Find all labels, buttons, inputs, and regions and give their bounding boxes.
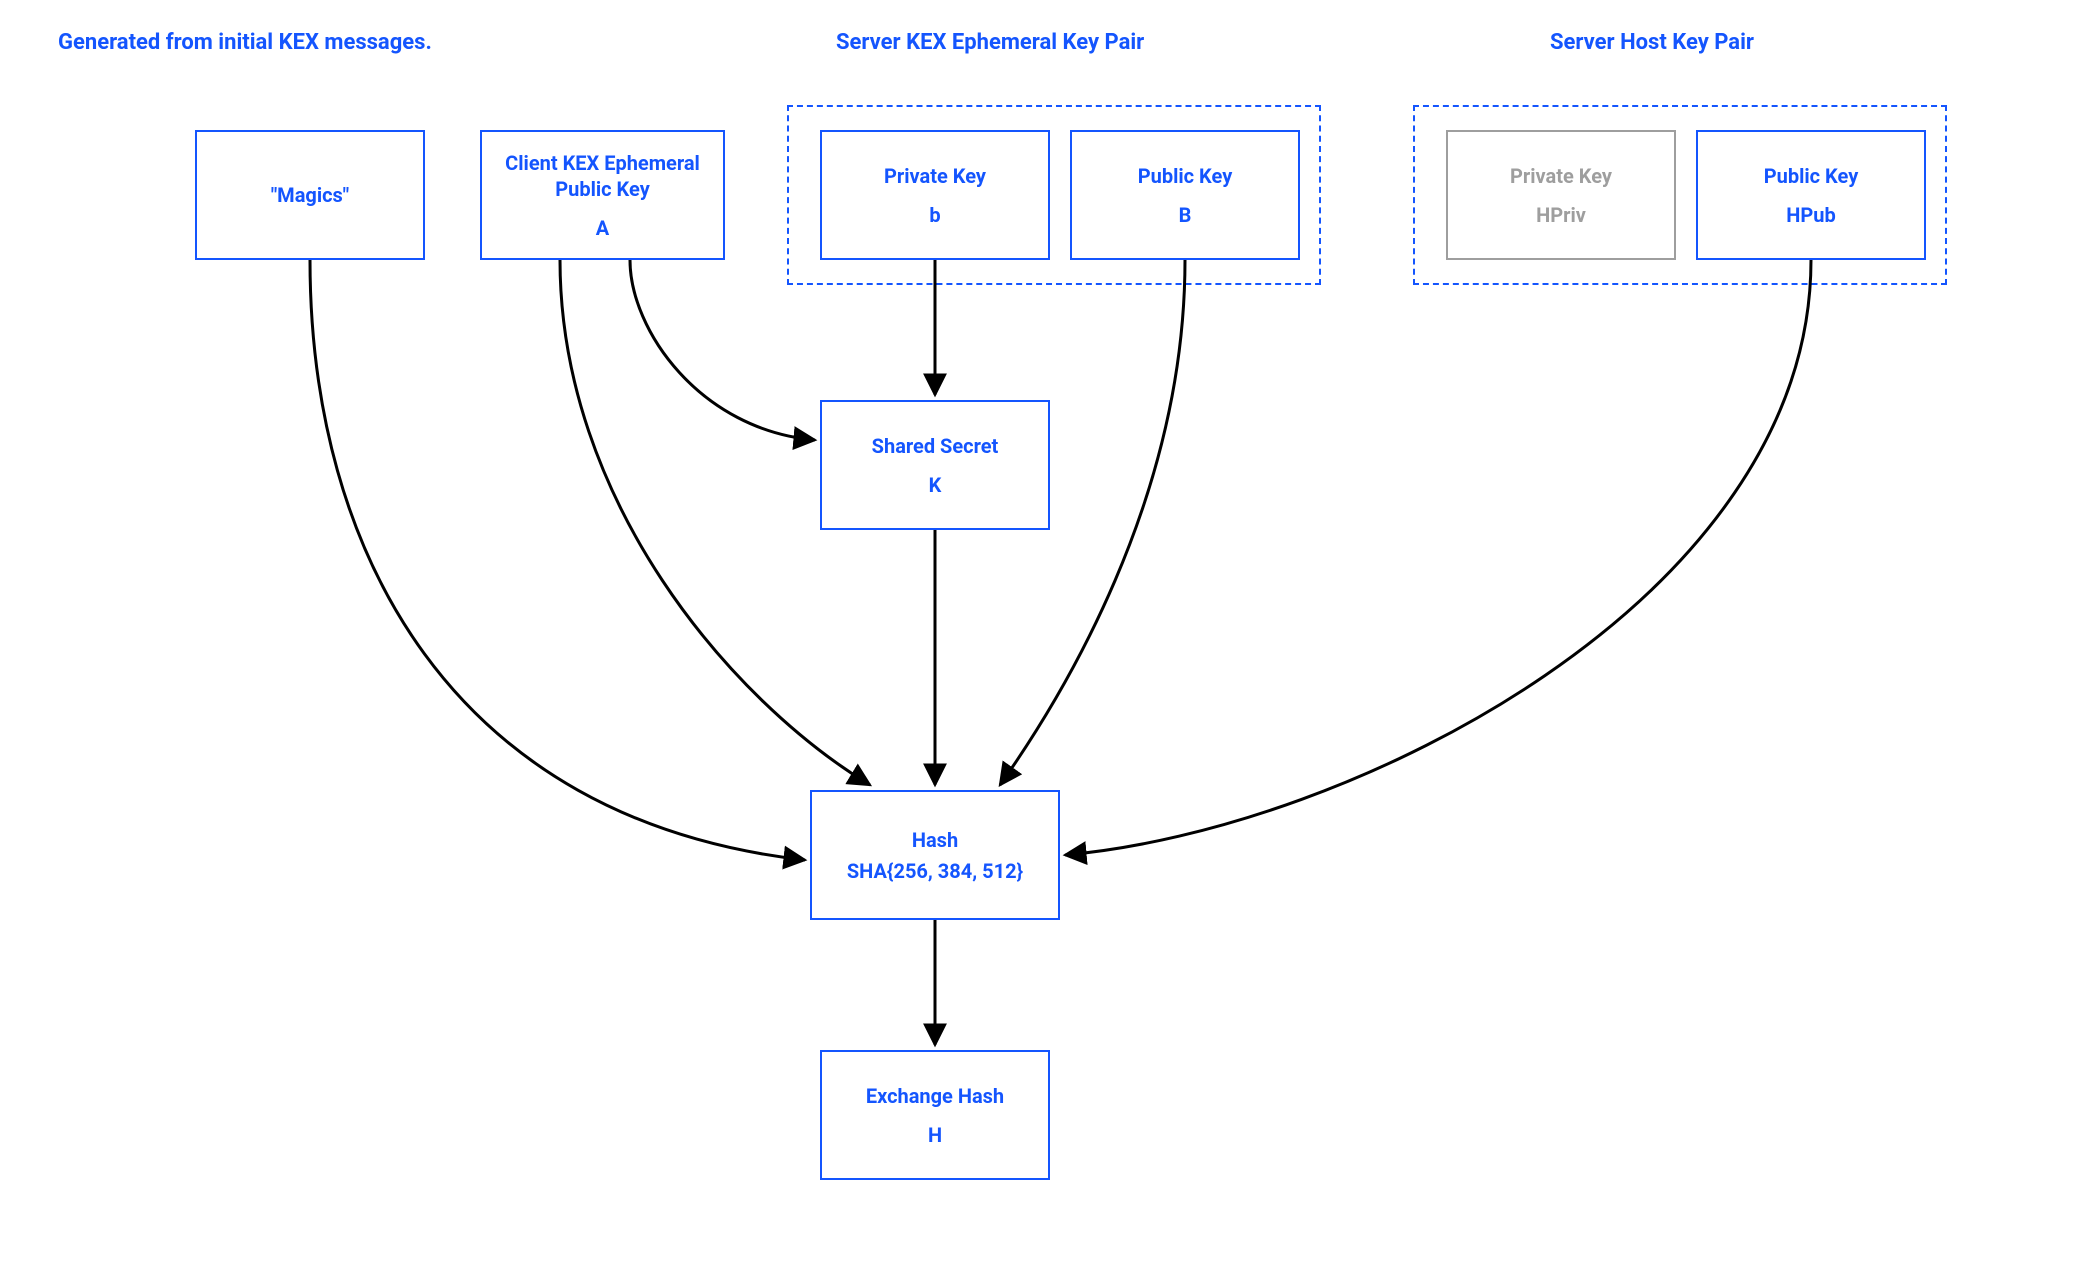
label-shared-title: Shared Secret	[872, 433, 999, 459]
box-hash: Hash SHA{256, 384, 512}	[810, 790, 1060, 920]
heading-generated: Generated from initial KEX messages.	[58, 30, 432, 55]
label-hpriv-title: Private Key	[1510, 163, 1612, 189]
label-exch-sub: H	[928, 1123, 942, 1147]
arrow-magics-to-hash	[310, 260, 805, 860]
label-magics-title: "Magics"	[271, 182, 349, 208]
heading-server-kex: Server KEX Ephemeral Key Pair	[836, 30, 1144, 55]
box-exchange-hash: Exchange Hash H	[820, 1050, 1050, 1180]
heading-server-host: Server Host Key Pair	[1550, 30, 1754, 55]
label-hpub-title: Public Key	[1764, 163, 1859, 189]
label-clientkex-sub: A	[596, 216, 609, 240]
arrow-clientkex-to-shared	[630, 260, 815, 440]
arrow-hpub-to-hash	[1065, 260, 1811, 855]
label-clientkex-title: Client KEX Ephemeral Public Key	[490, 150, 715, 202]
label-shared-sub: K	[929, 473, 942, 497]
label-hash-title: Hash	[912, 827, 958, 853]
box-hpriv: Private Key HPriv	[1446, 130, 1676, 260]
box-shared-secret: Shared Secret K	[820, 400, 1050, 530]
label-hpriv-sub: HPriv	[1536, 203, 1586, 227]
label-privb-sub: b	[929, 203, 940, 227]
label-hash-sub: SHA{256, 384, 512}	[847, 859, 1023, 883]
box-magics: "Magics"	[195, 130, 425, 260]
box-private-b: Private Key b	[820, 130, 1050, 260]
label-hpub-sub: HPub	[1786, 203, 1835, 227]
box-public-b: Public Key B	[1070, 130, 1300, 260]
box-hpub: Public Key HPub	[1696, 130, 1926, 260]
box-client-kex: Client KEX Ephemeral Public Key A	[480, 130, 725, 260]
label-exch-title: Exchange Hash	[866, 1083, 1004, 1109]
label-pubb-title: Public Key	[1138, 163, 1233, 189]
label-privb-title: Private Key	[884, 163, 986, 189]
label-pubb-sub: B	[1179, 203, 1192, 227]
